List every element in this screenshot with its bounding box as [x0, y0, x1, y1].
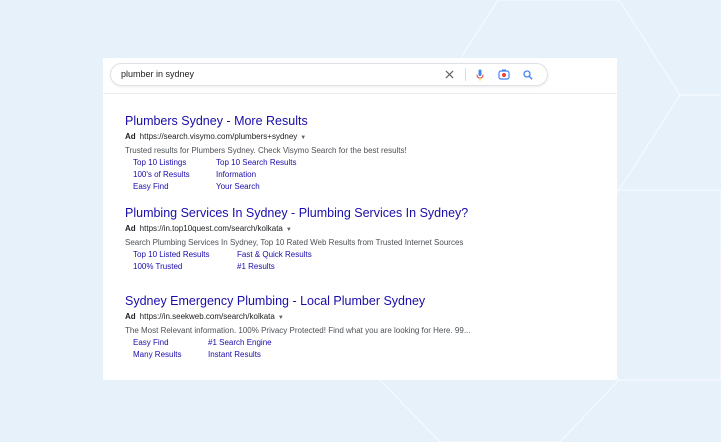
search-header: [103, 58, 617, 94]
sitelink[interactable]: Easy Find: [133, 182, 169, 192]
dropdown-caret-icon[interactable]: ▼: [300, 135, 306, 141]
search-box[interactable]: [110, 63, 548, 86]
close-icon[interactable]: [442, 64, 456, 85]
ad-result: Plumbing Services In Sydney - Plumbing S…: [125, 206, 505, 272]
result-url-text[interactable]: https://search.visymo.com/plumbers+sydne…: [140, 132, 298, 141]
result-title-link[interactable]: Sydney Emergency Plumbing - Local Plumbe…: [125, 294, 505, 309]
result-description: Search Plumbing Services In Sydney, Top …: [125, 238, 464, 247]
microphone-icon[interactable]: [473, 64, 487, 85]
sitelink[interactable]: Easy Find: [133, 338, 169, 348]
result-url-text[interactable]: https://in.top10quest.com/search/kolkata: [140, 224, 283, 233]
result-description: The Most Relevant information. 100% Priv…: [125, 326, 471, 335]
dropdown-caret-icon[interactable]: ▼: [286, 227, 292, 233]
search-input[interactable]: [121, 64, 421, 85]
sitelink[interactable]: Top 10 Listed Results: [133, 250, 210, 260]
camera-lens-icon[interactable]: [497, 64, 511, 85]
sitelink[interactable]: 100% Trusted: [133, 262, 182, 272]
ad-badge: Ad: [125, 224, 136, 233]
result-url: Ad https://in.seekweb.com/search/kolkata ▼: [125, 312, 505, 323]
sitelinks: Top 10 Listed Results Fast & Quick Resul…: [133, 250, 505, 272]
dropdown-caret-icon[interactable]: ▼: [278, 315, 284, 321]
ad-badge: Ad: [125, 132, 136, 141]
sitelink[interactable]: 100's of Results: [133, 170, 190, 180]
search-icon[interactable]: [521, 64, 535, 85]
sitelink[interactable]: Top 10 Listings: [133, 158, 186, 168]
sitelink[interactable]: #1 Search Engine: [208, 338, 272, 348]
ad-result: Sydney Emergency Plumbing - Local Plumbe…: [125, 294, 505, 360]
searchbox-divider: [465, 68, 466, 81]
sitelink[interactable]: Instant Results: [208, 350, 261, 360]
sitelink[interactable]: Your Search: [216, 182, 260, 192]
result-url-text[interactable]: https://in.seekweb.com/search/kolkata: [140, 312, 275, 321]
sitelink[interactable]: Top 10 Search Results: [216, 158, 297, 168]
sitelink[interactable]: Many Results: [133, 350, 181, 360]
sitelink[interactable]: Fast & Quick Results: [237, 250, 312, 260]
sitelink[interactable]: Information: [216, 170, 256, 180]
result-url: Ad https://in.top10quest.com/search/kolka…: [125, 224, 505, 235]
result-url: Ad https://search.visymo.com/plumbers+syd…: [125, 132, 505, 143]
search-results-panel: Plumbers Sydney - More Results Ad https:/…: [103, 58, 617, 380]
result-title-link[interactable]: Plumbers Sydney - More Results: [125, 114, 505, 129]
ad-result: Plumbers Sydney - More Results Ad https:/…: [125, 114, 505, 192]
sitelinks: Easy Find #1 Search Engine Many Results …: [133, 338, 505, 360]
sitelinks: Top 10 Listings Top 10 Search Results 10…: [133, 158, 505, 192]
result-title-link[interactable]: Plumbing Services In Sydney - Plumbing S…: [125, 206, 505, 221]
sitelink[interactable]: #1 Results: [237, 262, 275, 272]
ad-badge: Ad: [125, 312, 136, 321]
result-description: Trusted results for Plumbers Sydney. Che…: [125, 146, 407, 155]
